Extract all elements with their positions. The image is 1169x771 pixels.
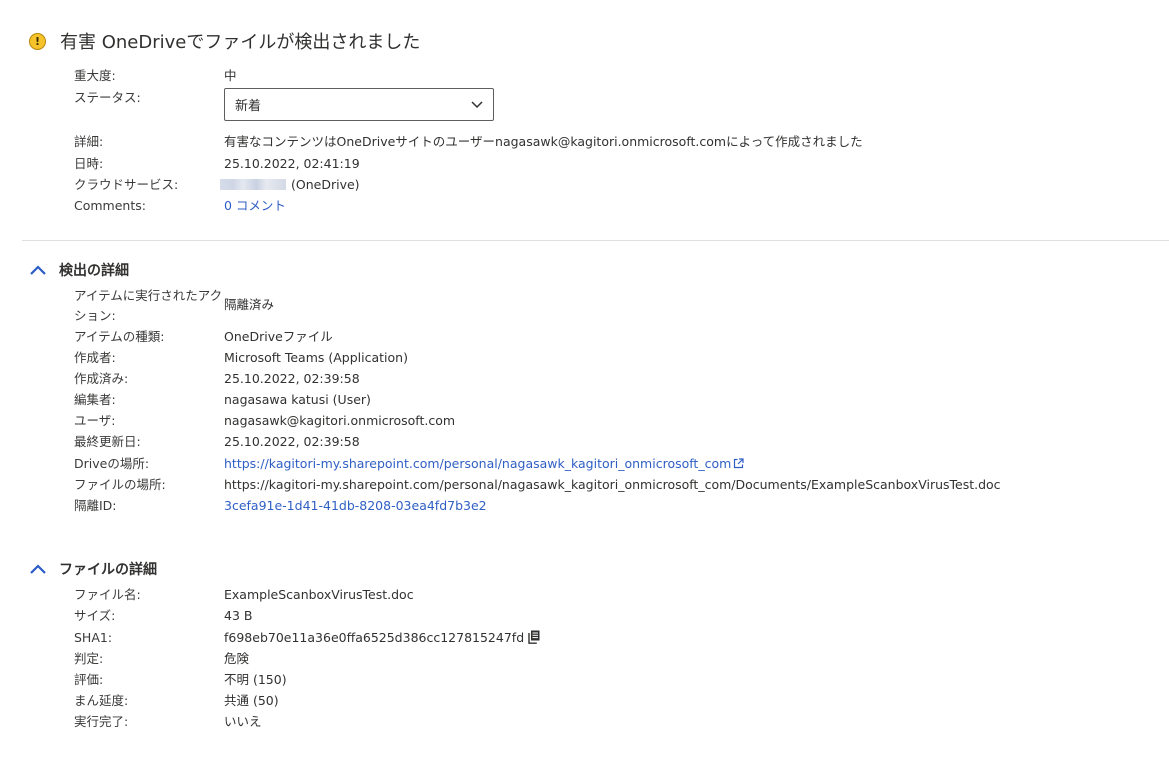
status-dropdown[interactable]: 新着 <box>224 88 494 121</box>
severity-value: 中 <box>224 68 237 83</box>
quarantine-id-link[interactable]: 3cefa91e-1d41-41db-8208-03ea4fd7b3e2 <box>224 497 487 515</box>
redacted-tenant-name <box>220 179 286 190</box>
external-link-icon[interactable] <box>733 458 744 469</box>
file-row-prevalence: まん延度: 共通 (50) <box>74 692 279 710</box>
cloud-service-row: クラウドサービス: (OneDrive) <box>74 176 360 194</box>
file-row-name: ファイル名: ExampleScanboxVirusTest.doc <box>74 586 414 604</box>
detection-row-last-modified: 最終更新日: 25.10.2022, 02:39:58 <box>74 433 360 451</box>
detection-label: 編集者: <box>74 392 116 407</box>
detection-row-quarantine-id: 隔離ID: 3cefa91e-1d41-41db-8208-03ea4fd7b3… <box>74 497 487 515</box>
chevron-down-icon <box>471 100 483 108</box>
comments-link[interactable]: 0 コメント <box>224 197 286 215</box>
copy-icon[interactable] <box>528 630 540 644</box>
chevron-up-icon <box>30 564 46 574</box>
alert-title: 有害 OneDriveでファイルが検出されました <box>60 32 421 53</box>
detection-row-created: 作成済み: 25.10.2022, 02:39:58 <box>74 370 360 388</box>
detection-value: 25.10.2022, 02:39:58 <box>224 371 360 386</box>
detection-label: 最終更新日: <box>74 434 141 449</box>
detection-label: 作成者: <box>74 350 116 365</box>
file-label: 実行完了: <box>74 714 129 729</box>
detection-section-toggle[interactable]: 検出の詳細 <box>29 260 129 280</box>
file-row-verdict: 判定: 危険 <box>74 650 249 668</box>
file-row-executed: 実行完了: いいえ <box>74 713 262 731</box>
cloud-service-value-wrap: (OneDrive) <box>220 176 360 194</box>
file-label: まん延度: <box>74 693 129 708</box>
severity-row: 重大度: 中 <box>74 67 237 85</box>
drive-location-link[interactable]: https://kagitori-my.sharepoint.com/perso… <box>224 456 731 471</box>
file-label: ファイル名: <box>74 587 141 602</box>
detection-row-file-location: ファイルの場所: https://kagitori-my.sharepoint.… <box>74 476 1001 494</box>
detection-label: ユーザ: <box>74 413 116 428</box>
detection-row-user: ユーザ: nagasawk@kagitori.onmicrosoft.com <box>74 412 455 430</box>
detection-row-creator: 作成者: Microsoft Teams (Application) <box>74 349 408 367</box>
detection-value: 25.10.2022, 02:39:58 <box>224 434 360 449</box>
file-value: ExampleScanboxVirusTest.doc <box>224 587 414 602</box>
detection-label: アイテムに実行されたアクション: <box>74 288 223 323</box>
detection-value: nagasawa katusi (User) <box>224 392 371 407</box>
file-label: SHA1: <box>74 630 113 645</box>
file-section-title: ファイルの詳細 <box>59 562 157 578</box>
cloud-service-label: クラウドサービス: <box>74 177 179 192</box>
detection-label: ファイルの場所: <box>74 477 166 492</box>
detection-label: Driveの場所: <box>74 456 150 471</box>
file-value: いいえ <box>224 714 262 729</box>
file-value: 共通 (50) <box>224 693 279 708</box>
detection-row-item-type: アイテムの種類: OneDriveファイル <box>74 328 333 346</box>
status-row: ステータス: <box>74 89 224 107</box>
section-divider <box>22 240 1169 241</box>
file-label: 判定: <box>74 651 104 666</box>
detection-value: 隔離済み <box>224 297 275 312</box>
status-dropdown-value: 新着 <box>235 99 262 114</box>
file-label: サイズ: <box>74 608 116 623</box>
detection-section-title: 検出の詳細 <box>59 263 129 279</box>
file-row-size: サイズ: 43 B <box>74 607 252 625</box>
detection-row-drive-location: Driveの場所: https://kagitori-my.sharepoint… <box>74 455 744 473</box>
status-label: ステータス: <box>74 90 141 105</box>
detection-value: nagasawk@kagitori.onmicrosoft.com <box>224 413 456 428</box>
file-section-toggle[interactable]: ファイルの詳細 <box>29 559 157 579</box>
alert-header: ! 有害 OneDriveでファイルが検出されました <box>29 28 420 54</box>
file-row-rating: 評価: 不明 (150) <box>74 671 287 689</box>
severity-label: 重大度: <box>74 68 116 83</box>
detection-row-editor: 編集者: nagasawa katusi (User) <box>74 391 371 409</box>
file-value: 不明 (150) <box>224 672 287 687</box>
datetime-label: 日時: <box>74 156 104 171</box>
comments-label: Comments: <box>74 198 146 213</box>
sha1-wrap: f698eb70e11a36e0ffa6525d386cc127815247fd <box>224 629 540 647</box>
datetime-value: 25.10.2022, 02:41:19 <box>224 156 360 171</box>
detection-value: Microsoft Teams (Application) <box>224 350 408 365</box>
file-row-sha1: SHA1: f698eb70e11a36e0ffa6525d386cc12781… <box>74 629 540 647</box>
detection-label: 隔離ID: <box>74 498 117 513</box>
drive-location-wrap: https://kagitori-my.sharepoint.com/perso… <box>224 455 744 473</box>
detection-label: 作成済み: <box>74 371 129 386</box>
file-label: 評価: <box>74 672 104 687</box>
detection-value: OneDriveファイル <box>224 329 333 344</box>
comments-row: Comments: 0 コメント <box>74 197 286 215</box>
detail-value: 有害なコンテンツはOneDriveサイトのユーザーnagasawk@kagito… <box>224 134 863 149</box>
file-value: 43 B <box>224 608 253 623</box>
detail-row: 詳細: 有害なコンテンツはOneDriveサイトのユーザーnagasawk@ka… <box>74 133 863 151</box>
chevron-up-icon <box>30 265 46 275</box>
sha1-value: f698eb70e11a36e0ffa6525d386cc127815247fd <box>224 630 525 645</box>
detection-row-action: アイテムに実行されたアクション: 隔離済み <box>74 286 274 326</box>
cloud-service-value: (OneDrive) <box>291 177 360 192</box>
file-value: 危険 <box>224 651 250 666</box>
detection-label: アイテムの種類: <box>74 329 165 344</box>
warning-icon: ! <box>29 32 46 50</box>
detection-value: https://kagitori-my.sharepoint.com/perso… <box>224 477 1001 492</box>
detail-label: 詳細: <box>74 134 104 149</box>
datetime-row: 日時: 25.10.2022, 02:41:19 <box>74 155 360 173</box>
